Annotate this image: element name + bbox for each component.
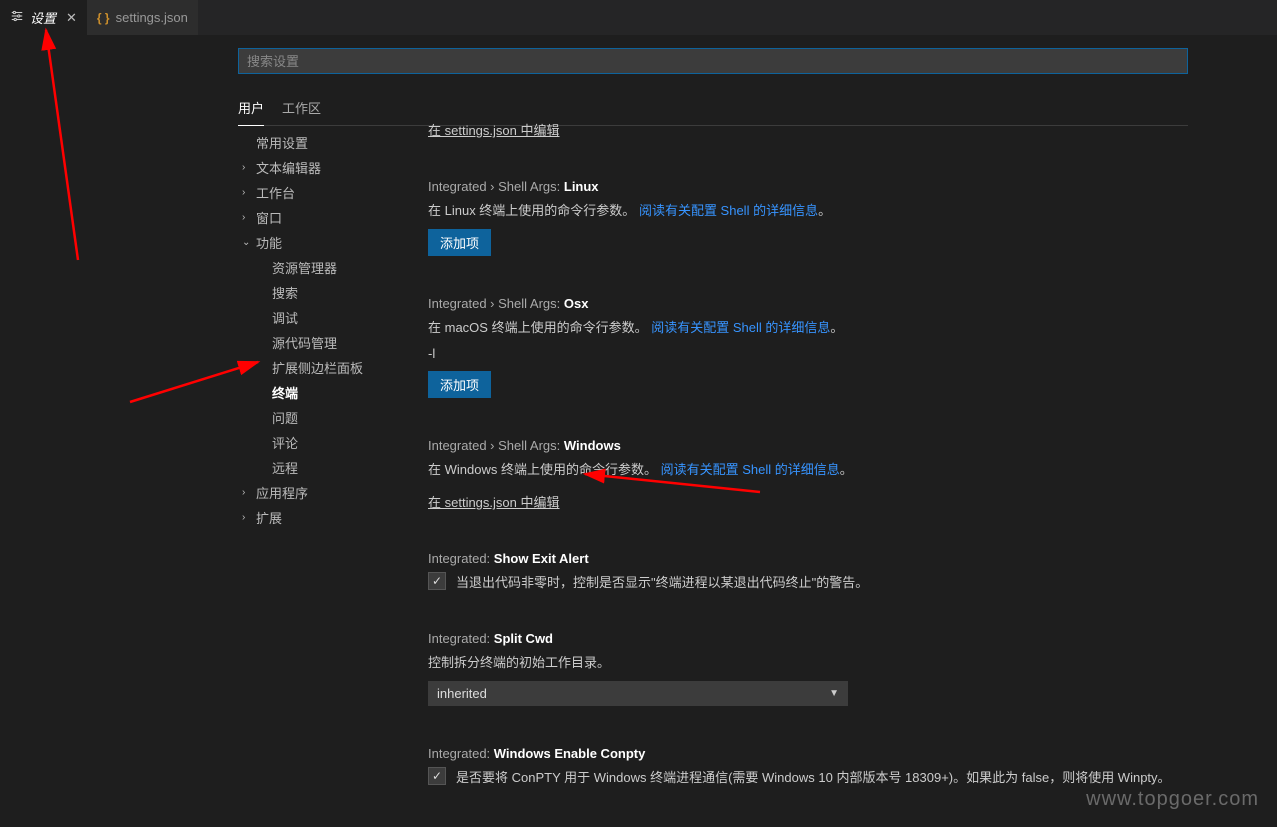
setting-title: Integrated › Shell Args: Linux [428,179,1188,194]
nav-features[interactable]: ⌄功能 [238,230,408,255]
setting-windows-conpty: Integrated: Windows Enable Conpty ✓ 是否要将… [428,746,1188,786]
add-item-button[interactable]: 添加项 [428,229,491,256]
tab-title: settings.json [116,10,188,25]
tab-bar: 设置 ✕ { } settings.json [0,0,1277,35]
scope-tab-user[interactable]: 用户 [238,92,264,126]
setting-show-exit-alert: Integrated: Show Exit Alert ✓ 当退出代码非零时，控… [428,551,1188,591]
checkbox[interactable]: ✓ [428,572,446,590]
setting-title: Integrated › Shell Args: Windows [428,438,1188,453]
edit-in-json-link[interactable]: 在 settings.json 中编辑 [428,122,560,139]
add-item-button[interactable]: 添加项 [428,371,491,398]
settings-nav-tree: 常用设置 ›文本编辑器 ›工作台 ›窗口 ⌄功能 资源管理器 搜索 调试 源代码… [238,130,408,530]
nav-remote[interactable]: 远程 [238,455,408,480]
setting-description: 在 macOS 终端上使用的命令行参数。 阅读有关配置 Shell 的详细信息。 [428,317,1188,336]
scope-tab-workspace[interactable]: 工作区 [282,92,321,125]
chevron-right-icon: › [242,187,252,198]
close-icon[interactable]: ✕ [66,10,77,26]
setting-title: Integrated: Windows Enable Conpty [428,746,1188,761]
setting-split-cwd: Integrated: Split Cwd 控制拆分终端的初始工作目录。 inh… [428,631,1188,706]
chevron-right-icon: › [242,162,252,173]
setting-description: 是否要将 ConPTY 用于 Windows 终端进程通信(需要 Windows… [456,767,1171,786]
scope-tabs: 用户 工作区 [238,92,1188,126]
tab-title: 设置 [30,8,56,27]
watermark: www.topgoer.com [1086,788,1259,811]
shell-config-link[interactable]: 阅读有关配置 Shell 的详细信息 [661,462,840,477]
chevron-right-icon: › [242,212,252,223]
shell-config-link[interactable]: 阅读有关配置 Shell 的详细信息 [651,320,830,335]
setting-title: Integrated › Shell Args: Osx [428,296,1188,311]
nav-scm[interactable]: 源代码管理 [238,330,408,355]
json-icon: { } [97,11,110,25]
edit-in-json-link[interactable]: 在 settings.json 中编辑 [428,495,560,510]
setting-title: Integrated: Split Cwd [428,631,1188,646]
nav-explorer[interactable]: 资源管理器 [238,255,408,280]
checkbox[interactable]: ✓ [428,767,446,785]
search-settings-input[interactable] [238,48,1188,74]
nav-window[interactable]: ›窗口 [238,205,408,230]
setting-shell-args-linux: Integrated › Shell Args: Linux 在 Linux 终… [428,179,1188,256]
chevron-right-icon: › [242,487,252,498]
nav-commonly-used[interactable]: 常用设置 [238,130,408,155]
setting-description: 当退出代码非零时，控制是否显示"终端进程以某退出代码终止"的警告。 [456,572,868,591]
setting-shell-args-windows: Integrated › Shell Args: Windows 在 Windo… [428,438,1188,511]
nav-application[interactable]: ›应用程序 [238,480,408,505]
setting-description: 在 Windows 终端上使用的命令行参数。 阅读有关配置 Shell 的详细信… [428,459,1188,478]
chevron-down-icon: ⌄ [242,237,252,248]
chevron-down-icon: ▼ [829,688,839,699]
settings-icon [10,9,24,26]
nav-ext-sidebar[interactable]: 扩展侧边栏面板 [238,355,408,380]
nav-workbench[interactable]: ›工作台 [238,180,408,205]
nav-terminal[interactable]: 终端 [238,380,408,405]
nav-text-editor[interactable]: ›文本编辑器 [238,155,408,180]
settings-content: 在 settings.json 中编辑 Integrated › Shell A… [428,122,1188,827]
tab-settings-json[interactable]: { } settings.json [87,0,198,35]
chevron-right-icon: › [242,512,252,523]
setting-title: Integrated: Show Exit Alert [428,551,1188,566]
setting-value: -l [428,346,1188,361]
nav-search[interactable]: 搜索 [238,280,408,305]
nav-debug[interactable]: 调试 [238,305,408,330]
tab-settings[interactable]: 设置 ✕ [0,0,87,35]
setting-description: 在 Linux 终端上使用的命令行参数。 阅读有关配置 Shell 的详细信息。 [428,200,1188,219]
split-cwd-select[interactable]: inherited ▼ [428,681,848,706]
select-value: inherited [437,686,487,701]
shell-config-link[interactable]: 阅读有关配置 Shell 的详细信息 [639,203,818,218]
nav-extensions[interactable]: ›扩展 [238,505,408,530]
nav-comments[interactable]: 评论 [238,430,408,455]
nav-problems[interactable]: 问题 [238,405,408,430]
setting-shell-args-osx: Integrated › Shell Args: Osx 在 macOS 终端上… [428,296,1188,398]
setting-description: 控制拆分终端的初始工作目录。 [428,652,1188,671]
